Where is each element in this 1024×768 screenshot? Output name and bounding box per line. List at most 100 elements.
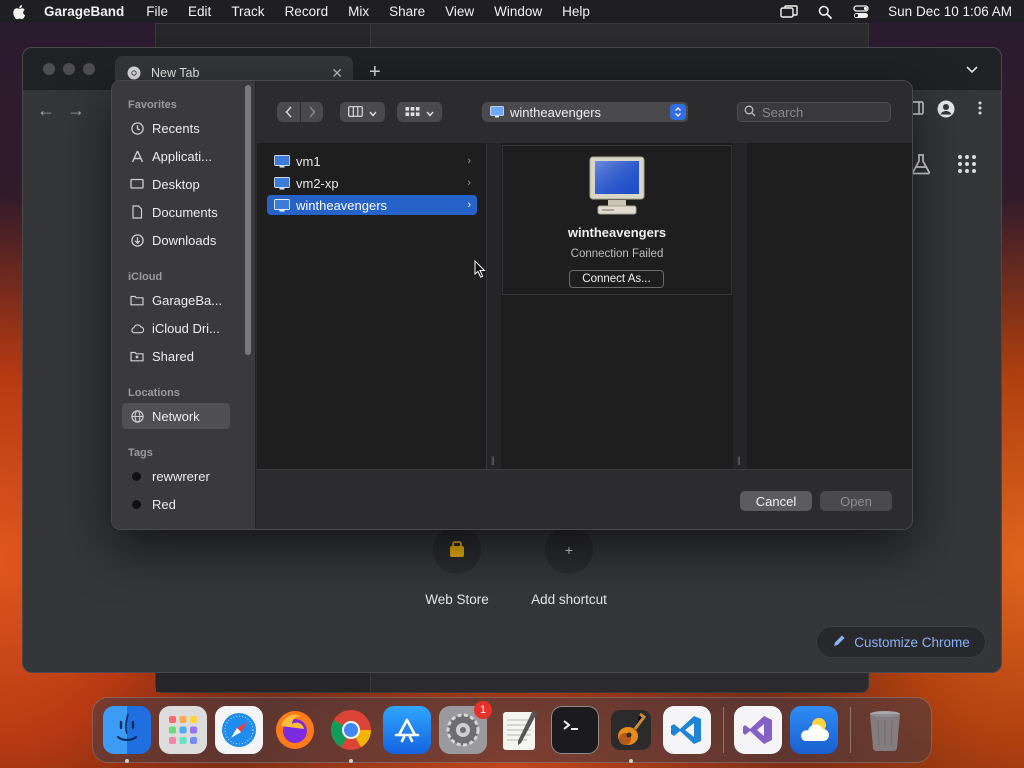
google-apps-grid-icon[interactable] [957,154,977,174]
chevron-down-icon [369,105,377,120]
new-tab-plus-icon[interactable]: + [369,62,381,82]
running-indicator [349,759,353,763]
dock-terminal[interactable] [551,706,599,754]
back-arrow-icon[interactable]: ← [37,100,55,121]
menu-view[interactable]: View [445,4,474,19]
column-resize-handle[interactable]: || [733,143,747,469]
column-browser: vm1 › vm2-xp › wintheavengers › || winth… [257,143,912,469]
sidebar-tag-red[interactable]: Red [122,491,230,517]
notification-badge: 1 [474,701,492,719]
mouse-pointer-icon [474,259,486,278]
sidebar-item-network[interactable]: Network [122,403,230,429]
profile-avatar-icon[interactable] [937,100,955,118]
cancel-button[interactable]: Cancel [740,491,812,511]
sidebar-item-label: Network [152,408,200,424]
spotlight-search-icon[interactable] [816,5,834,19]
chrome-menu-kebab-icon[interactable] [977,100,983,116]
minimize-window-button[interactable] [63,63,75,75]
menu-record[interactable]: Record [285,4,329,19]
list-item-vm1[interactable]: vm1 › [267,151,477,171]
sidebar-item-desktop[interactable]: Desktop [122,171,230,197]
column-resize-handle[interactable]: || [487,143,501,469]
menu-help[interactable]: Help [562,4,590,19]
menu-file[interactable]: File [146,4,168,19]
dock: 1 [92,697,932,763]
dock-chrome[interactable] [327,706,375,763]
menu-app-name[interactable]: GarageBand [44,4,124,19]
sidebar-item-label: Red [152,496,176,512]
menu-track[interactable]: Track [231,4,264,19]
sidebar-item-garageband[interactable]: GarageBa... [122,287,230,313]
dock-trash[interactable] [861,706,909,754]
apple-icon[interactable] [12,4,26,20]
textedit-icon [503,710,537,750]
group-by-button[interactable] [397,102,442,122]
close-window-button[interactable] [43,63,55,75]
screen-mirroring-icon[interactable] [780,4,798,19]
preview-server-name: wintheavengers [567,225,667,240]
dock-textedit[interactable] [495,706,543,754]
list-item-vm2-xp[interactable]: vm2-xp › [267,173,477,193]
pencil-icon [832,634,846,651]
network-column: vm1 › vm2-xp › wintheavengers › [257,143,487,469]
clock-icon [130,121,144,135]
sidebar-item-label: iCloud Dri... [152,320,220,336]
sidebar-tag-rewwrerer[interactable]: rewwrerer [122,463,230,489]
trash-icon [870,711,900,751]
sidebar-item-icloud-drive[interactable]: iCloud Dri... [122,315,230,341]
back-chevron-icon[interactable] [277,102,300,122]
sidebar-scrollbar[interactable] [245,85,251,355]
running-indicator [629,759,633,763]
list-item-wintheavengers[interactable]: wintheavengers › [267,195,477,215]
view-mode-columns-button[interactable] [340,102,385,122]
dock-divider [723,707,724,753]
dock-safari[interactable] [215,706,263,754]
dialog-footer: Cancel Open [257,469,912,529]
finder-icon [116,713,138,742]
zoom-window-button[interactable] [83,63,95,75]
list-item-label: wintheavengers [296,197,388,213]
dock-app-store[interactable] [383,706,431,754]
open-button[interactable]: Open [820,491,892,511]
dock-vscode[interactable] [663,706,711,754]
list-item-label: vm2-xp [296,175,339,191]
grip-icon: || [491,455,495,465]
tag-dot-icon [132,499,141,509]
customize-chrome-button[interactable]: Customize Chrome [816,626,986,658]
dock-launchpad[interactable] [159,706,207,754]
connect-as-button[interactable]: Connect As... [569,270,664,288]
menu-mix[interactable]: Mix [348,4,369,19]
dock-weather[interactable] [790,706,838,754]
menu-window[interactable]: Window [494,4,542,19]
close-tab-icon[interactable]: ✕ [331,65,343,82]
sidebar-item-recents[interactable]: Recents [122,115,230,141]
menu-edit[interactable]: Edit [188,4,211,19]
sidebar-item-label: Recents [152,120,200,136]
tab-search-chevron-icon[interactable] [965,62,979,76]
preview-connection-status: Connection Failed [570,248,664,260]
location-popup[interactable]: wintheavengers [482,102,688,122]
forward-arrow-icon[interactable]: → [67,100,85,121]
dock-garageband[interactable] [607,706,655,763]
sidebar-item-shared[interactable]: Shared [122,343,230,369]
dock-firefox[interactable] [271,706,319,754]
dock-visual-studio[interactable] [734,706,782,754]
control-center-icon[interactable] [852,4,870,19]
document-icon [130,205,144,219]
sidebar-item-applications[interactable]: Applicati... [122,143,230,169]
forward-chevron-icon[interactable] [300,102,323,122]
shortcut-add[interactable]: + Add shortcut [509,526,629,607]
sidebar-section-tags: Tags [128,447,153,459]
chrome-logo-icon [331,710,371,750]
menu-share[interactable]: Share [389,4,425,19]
dock-system-settings[interactable]: 1 [439,701,492,754]
sidebar-item-documents[interactable]: Documents [122,199,230,225]
search-input[interactable] [762,104,882,120]
menu-clock[interactable]: Sun Dec 10 1:06 AM [888,4,1012,19]
dock-finder[interactable] [103,706,151,763]
search-field[interactable] [737,102,891,122]
sidebar-item-downloads[interactable]: Downloads [122,227,230,253]
web-store-icon [433,526,481,574]
network-computer-icon [274,198,290,212]
shortcut-web-store[interactable]: Web Store [397,526,517,607]
